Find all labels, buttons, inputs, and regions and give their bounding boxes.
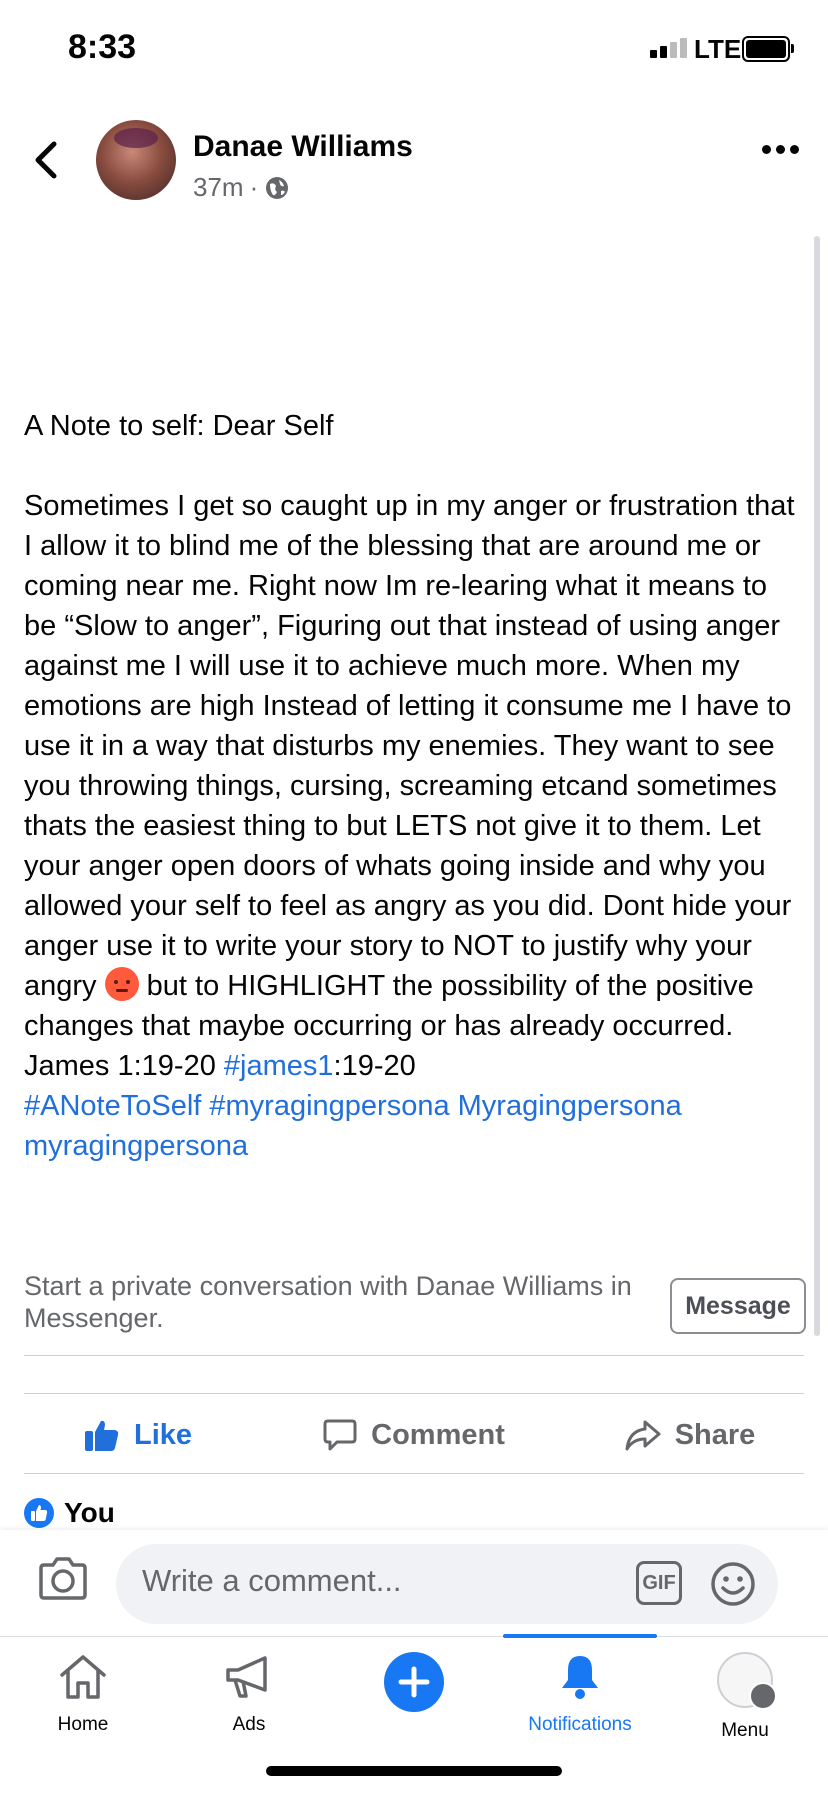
profile-avatar xyxy=(717,1652,777,1710)
megaphone-icon xyxy=(226,1656,267,1698)
share-button[interactable]: Share xyxy=(552,1400,828,1470)
verse-line: James 1:19-20 #james1:19-20 xyxy=(24,1046,800,1086)
home-indicator[interactable] xyxy=(266,1766,562,1776)
camera-icon xyxy=(39,1557,87,1600)
reactions-label: You xyxy=(64,1497,115,1528)
signal-icon xyxy=(650,38,687,58)
more-options-button[interactable] xyxy=(762,145,799,154)
gif-button[interactable]: GIF xyxy=(636,1561,682,1605)
post-text: A Note to self: Dear Self Sometimes I ge… xyxy=(24,406,800,1166)
network-label: LTE xyxy=(694,34,742,64)
share-icon xyxy=(625,1420,661,1451)
thumbs-up-icon xyxy=(84,1420,119,1451)
battery-icon xyxy=(742,36,794,62)
home-icon xyxy=(60,1655,106,1699)
message-button[interactable]: Message xyxy=(670,1278,806,1334)
back-button[interactable] xyxy=(28,138,68,182)
author-avatar[interactable] xyxy=(96,120,176,200)
comment-button[interactable]: Comment xyxy=(276,1400,552,1470)
more-icon xyxy=(762,145,771,154)
nav-ads-label: Ads xyxy=(232,1714,266,1735)
emoji-button[interactable] xyxy=(710,1561,756,1612)
status-time: 8:33 xyxy=(68,28,137,66)
plus-icon xyxy=(384,1652,444,1712)
angry-face-icon xyxy=(104,967,139,1001)
nav-notifications-label: Notifications xyxy=(528,1714,632,1735)
comment-placeholder: Write a comment... xyxy=(142,1563,402,1598)
camera-button[interactable] xyxy=(38,1555,88,1606)
like-label: Like xyxy=(133,1418,193,1451)
scrollbar[interactable] xyxy=(814,236,820,1336)
bell-icon xyxy=(562,1656,598,1699)
divider xyxy=(24,1473,804,1474)
verse-text: James 1:19-20 xyxy=(24,1050,224,1082)
post-age[interactable]: 37m xyxy=(193,172,244,203)
hashtags-line[interactable]: #ANoteToSelf #myragingpersona Myragingpe… xyxy=(24,1086,800,1126)
nav-ads[interactable]: Ads xyxy=(166,1652,332,1736)
nav-create[interactable] xyxy=(331,1646,497,1712)
meta-separator: · xyxy=(249,172,259,202)
post-meta: 37m · xyxy=(193,172,290,203)
globe-icon xyxy=(266,176,289,199)
author-name[interactable]: Danae Williams xyxy=(193,130,413,164)
like-reaction-icon xyxy=(24,1498,54,1528)
reactions-summary[interactable]: You xyxy=(24,1497,115,1529)
nav-menu-label: Menu xyxy=(721,1720,769,1741)
divider xyxy=(24,1393,804,1394)
post-actions: Like Comment Share xyxy=(0,1400,828,1470)
post-body: Sometimes I get so caught up in my anger… xyxy=(24,486,800,1046)
active-tab-indicator xyxy=(503,1634,657,1638)
smiley-icon xyxy=(711,1562,755,1606)
post-body-text: Sometimes I get so caught up in my anger… xyxy=(24,490,795,1002)
nav-menu[interactable]: Menu xyxy=(662,1652,828,1742)
comment-label: Comment xyxy=(371,1418,505,1451)
share-label: Share xyxy=(674,1418,756,1451)
divider xyxy=(24,1355,804,1356)
nav-home[interactable]: Home xyxy=(0,1652,166,1736)
nav-notifications[interactable]: Notifications xyxy=(497,1652,663,1736)
post-title-line: A Note to self: Dear Self xyxy=(24,410,334,442)
menu-icon xyxy=(749,1682,777,1710)
comment-icon xyxy=(323,1419,357,1451)
chevron-left-icon xyxy=(35,141,57,179)
like-button[interactable]: Like xyxy=(0,1400,276,1470)
hashtags-line-2[interactable]: myragingpersona xyxy=(24,1126,800,1166)
nav-home-label: Home xyxy=(57,1714,109,1735)
verse-suffix: :19-20 xyxy=(333,1050,416,1082)
hashtag-james1[interactable]: #james1 xyxy=(224,1050,334,1082)
messenger-prompt: Start a private conversation with Danae … xyxy=(24,1271,632,1333)
